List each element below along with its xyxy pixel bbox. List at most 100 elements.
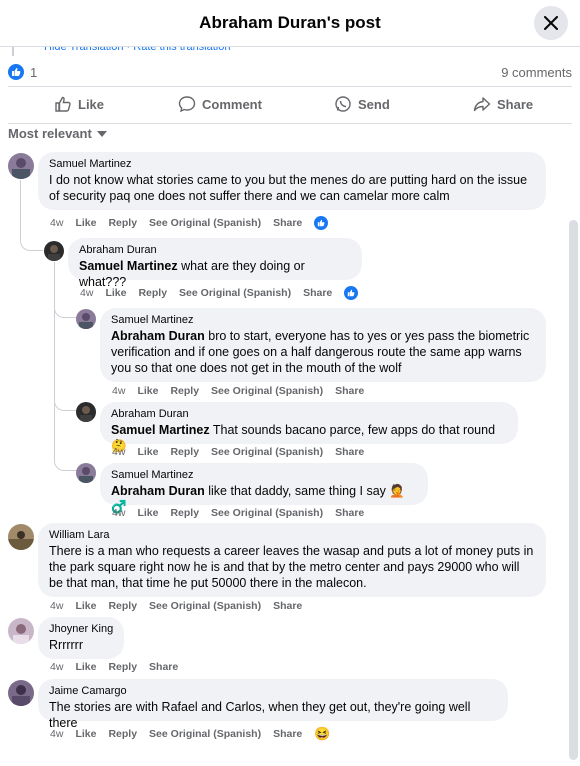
comment-time[interactable]: 4w (50, 600, 63, 612)
avatar[interactable] (76, 463, 96, 483)
see-original-link[interactable]: See Original (Spanish) (211, 446, 323, 458)
comment-bubble: Jaime Camargo The stories are with Rafae… (38, 679, 508, 730)
comment-text: There is a man who requests a career lea… (49, 544, 534, 590)
scrollbar[interactable] (569, 220, 578, 760)
reply-share-button[interactable]: Share (335, 446, 364, 458)
dialog-title: Abraham Duran's post (199, 13, 381, 32)
comments-count[interactable]: 9 comments (501, 65, 572, 80)
reply-bubble: Abraham Duran Samuel Martinez That sound… (100, 402, 518, 453)
comment-share-button[interactable]: Share (273, 600, 302, 612)
caret-down-icon (96, 130, 107, 137)
haha-reaction-icon[interactable]: 😆 (314, 726, 330, 742)
comment-reply-button[interactable]: Reply (108, 217, 137, 229)
close-button[interactable] (534, 6, 568, 40)
whatsapp-icon (335, 96, 351, 112)
reply-author[interactable]: Abraham Duran (79, 244, 351, 256)
see-original-link[interactable]: See Original (Spanish) (149, 600, 261, 612)
reply-time[interactable]: 4w (112, 446, 125, 458)
reply-like-button[interactable]: Like (105, 287, 126, 299)
like-reaction-icon[interactable] (314, 216, 329, 230)
post-action-bar: Like Comment Send Share (8, 86, 572, 124)
reply-bubble: Samuel Martinez Abraham Duran like that … (100, 463, 428, 514)
comment-share-button[interactable]: Share (273, 217, 302, 229)
comment-like-button[interactable]: Like (75, 661, 96, 673)
mention[interactable]: Samuel Martinez (79, 259, 178, 273)
reply-reply-button[interactable]: Reply (170, 385, 199, 397)
comment-meta: 4w Like Reply See Original (Spanish) Sha… (50, 216, 340, 230)
like-button[interactable]: Like (54, 95, 104, 113)
reply-time[interactable]: 4w (80, 287, 93, 299)
reaction-count[interactable]: 1 (30, 65, 37, 80)
send-button[interactable]: Send (334, 95, 390, 113)
comment-time[interactable]: 4w (50, 728, 63, 740)
thread-line (54, 420, 77, 471)
comment-time[interactable]: 4w (50, 661, 63, 673)
like-label: Like (78, 96, 105, 112)
reply-like-button[interactable]: Like (137, 446, 158, 458)
thumbs-up-icon (55, 96, 71, 112)
reply-share-button[interactable]: Share (303, 287, 332, 299)
reply-author[interactable]: Abraham Duran (111, 408, 507, 420)
comment-meta: 4w Like Reply Share (50, 661, 190, 673)
reply-reply-button[interactable]: Reply (170, 507, 199, 519)
avatar[interactable] (8, 680, 34, 706)
comment-author[interactable]: William Lara (49, 529, 535, 541)
reply-meta: 4w Like Reply See Original (Spanish) Sha… (80, 286, 370, 300)
comment-like-button[interactable]: Like (75, 728, 96, 740)
close-icon (544, 16, 558, 30)
reply-meta: 4w Like Reply See Original (Spanish) Sha… (112, 385, 376, 397)
comment-like-button[interactable]: Like (75, 217, 96, 229)
comment-share-button[interactable]: Share (149, 661, 178, 673)
reply-time[interactable]: 4w (112, 385, 125, 397)
comment-bubble: Jhoyner King Rrrrrrr (38, 617, 124, 659)
comment-author[interactable]: Jaime Camargo (49, 685, 497, 697)
reply-share-button[interactable]: Share (335, 385, 364, 397)
like-reaction-icon[interactable] (8, 64, 24, 80)
comment-like-button[interactable]: Like (75, 600, 96, 612)
reply-like-button[interactable]: Like (137, 507, 158, 519)
reply-time[interactable]: 4w (112, 507, 125, 519)
mention[interactable]: Abraham Duran (111, 484, 205, 498)
see-original-link[interactable]: See Original (Spanish) (211, 385, 323, 397)
reply-share-button[interactable]: Share (335, 507, 364, 519)
reply-reply-button[interactable]: Reply (138, 287, 167, 299)
comment-icon (178, 96, 196, 113)
reply-bubble: Abraham Duran Samuel Martinez what are t… (68, 238, 362, 289)
comment-author[interactable]: Jhoyner King (49, 623, 113, 635)
avatar[interactable] (8, 524, 34, 550)
sort-dropdown[interactable]: Most relevant (8, 126, 107, 141)
comment-bubble: William Lara There is a man who requests… (38, 523, 546, 597)
comment-share-button[interactable]: Share (273, 728, 302, 740)
comment-meta: 4w Like Reply See Original (Spanish) Sha… (50, 600, 314, 612)
mention[interactable]: Abraham Duran (111, 329, 205, 343)
reply-text: Abraham Duran bro to start, everyone has… (111, 328, 535, 376)
reply-author[interactable]: Samuel Martinez (111, 469, 417, 481)
reply-author[interactable]: Samuel Martinez (111, 314, 535, 326)
avatar[interactable] (76, 309, 96, 329)
like-reaction-icon[interactable] (344, 286, 359, 300)
comment-label: Comment (202, 96, 262, 112)
reactions-summary: 1 9 comments (8, 64, 572, 82)
see-original-link[interactable]: See Original (Spanish) (211, 507, 323, 519)
reply-meta: 4w Like Reply See Original (Spanish) Sha… (112, 446, 376, 458)
comment-reply-button[interactable]: Reply (108, 661, 137, 673)
comment-reply-button[interactable]: Reply (108, 728, 137, 740)
comment-reply-button[interactable]: Reply (108, 600, 137, 612)
comment-time[interactable]: 4w (50, 217, 63, 229)
comment-button[interactable]: Comment (178, 95, 262, 113)
share-button[interactable]: Share (473, 95, 533, 113)
reply-reply-button[interactable]: Reply (170, 446, 199, 458)
comment-author[interactable]: Samuel Martinez (49, 158, 535, 170)
avatar[interactable] (44, 241, 64, 261)
avatar[interactable] (8, 618, 34, 644)
see-original-link[interactable]: See Original (Spanish) (179, 287, 291, 299)
reply-meta: 4w Like Reply See Original (Spanish) Sha… (112, 507, 376, 519)
send-label: Send (358, 96, 390, 112)
reply-like-button[interactable]: Like (137, 385, 158, 397)
see-original-link[interactable]: See Original (Spanish) (149, 728, 261, 740)
see-original-link[interactable]: See Original (Spanish) (149, 217, 261, 229)
avatar[interactable] (8, 153, 34, 179)
mention[interactable]: Samuel Martinez (111, 423, 210, 437)
comment-text: I do not know what stories came to you b… (49, 173, 528, 203)
avatar[interactable] (76, 402, 96, 422)
